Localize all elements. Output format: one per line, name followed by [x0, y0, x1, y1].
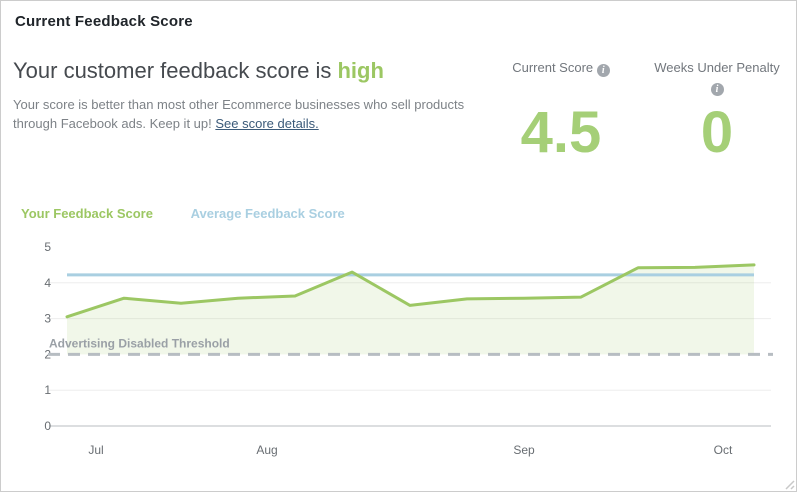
- y-tick-label: 4: [44, 276, 51, 290]
- feedback-chart: 543210JulAugSepOctAdvertising Disabled T…: [1, 236, 797, 492]
- threshold-label: Advertising Disabled Threshold: [49, 336, 230, 350]
- see-score-details-link[interactable]: See score details.: [215, 116, 318, 131]
- headline: Your customer feedback score is high: [13, 58, 384, 84]
- headline-text: Your customer feedback score is: [13, 58, 337, 83]
- chart-legend: Your Feedback Score Average Feedback Sco…: [21, 206, 379, 221]
- info-icon[interactable]: i: [597, 64, 610, 77]
- y-tick-label: 0: [44, 419, 51, 433]
- x-tick-label: Jul: [88, 443, 103, 457]
- current-score-label: Current Score: [512, 60, 593, 75]
- weeks-under-penalty-value: 0: [647, 104, 787, 162]
- description-line-2: through Facebook ads. Keep it up!: [13, 116, 215, 131]
- weeks-under-penalty-label: Weeks Under Penalty: [647, 60, 787, 75]
- headline-status: high: [337, 58, 383, 83]
- score-description: Your score is better than most other Eco…: [13, 95, 464, 133]
- feedback-score-card: Current Feedback Score Your customer fee…: [0, 0, 797, 492]
- legend-your-feedback-score: Your Feedback Score: [21, 206, 153, 221]
- x-tick-label: Sep: [513, 443, 535, 457]
- y-tick-label: 5: [44, 240, 51, 254]
- info-icon[interactable]: i: [711, 83, 724, 96]
- current-score-value: 4.5: [499, 104, 623, 162]
- legend-average-feedback-score: Average Feedback Score: [191, 206, 345, 221]
- weeks-penalty-info-row: i: [647, 78, 787, 96]
- description-line-1: Your score is better than most other Eco…: [13, 97, 464, 112]
- resize-handle-icon[interactable]: [783, 478, 795, 490]
- y-tick-label: 3: [44, 312, 51, 326]
- chart-container: 543210JulAugSepOctAdvertising Disabled T…: [1, 236, 797, 492]
- weeks-under-penalty-stat: Weeks Under Penalty i 0: [647, 60, 787, 170]
- x-tick-label: Aug: [256, 443, 277, 457]
- y-tick-label: 1: [44, 383, 51, 397]
- x-tick-label: Oct: [714, 443, 733, 457]
- card-title: Current Feedback Score: [15, 13, 193, 30]
- current-score-label-row: Current Score i: [499, 60, 623, 77]
- current-score-stat: Current Score i 4.5: [499, 60, 623, 170]
